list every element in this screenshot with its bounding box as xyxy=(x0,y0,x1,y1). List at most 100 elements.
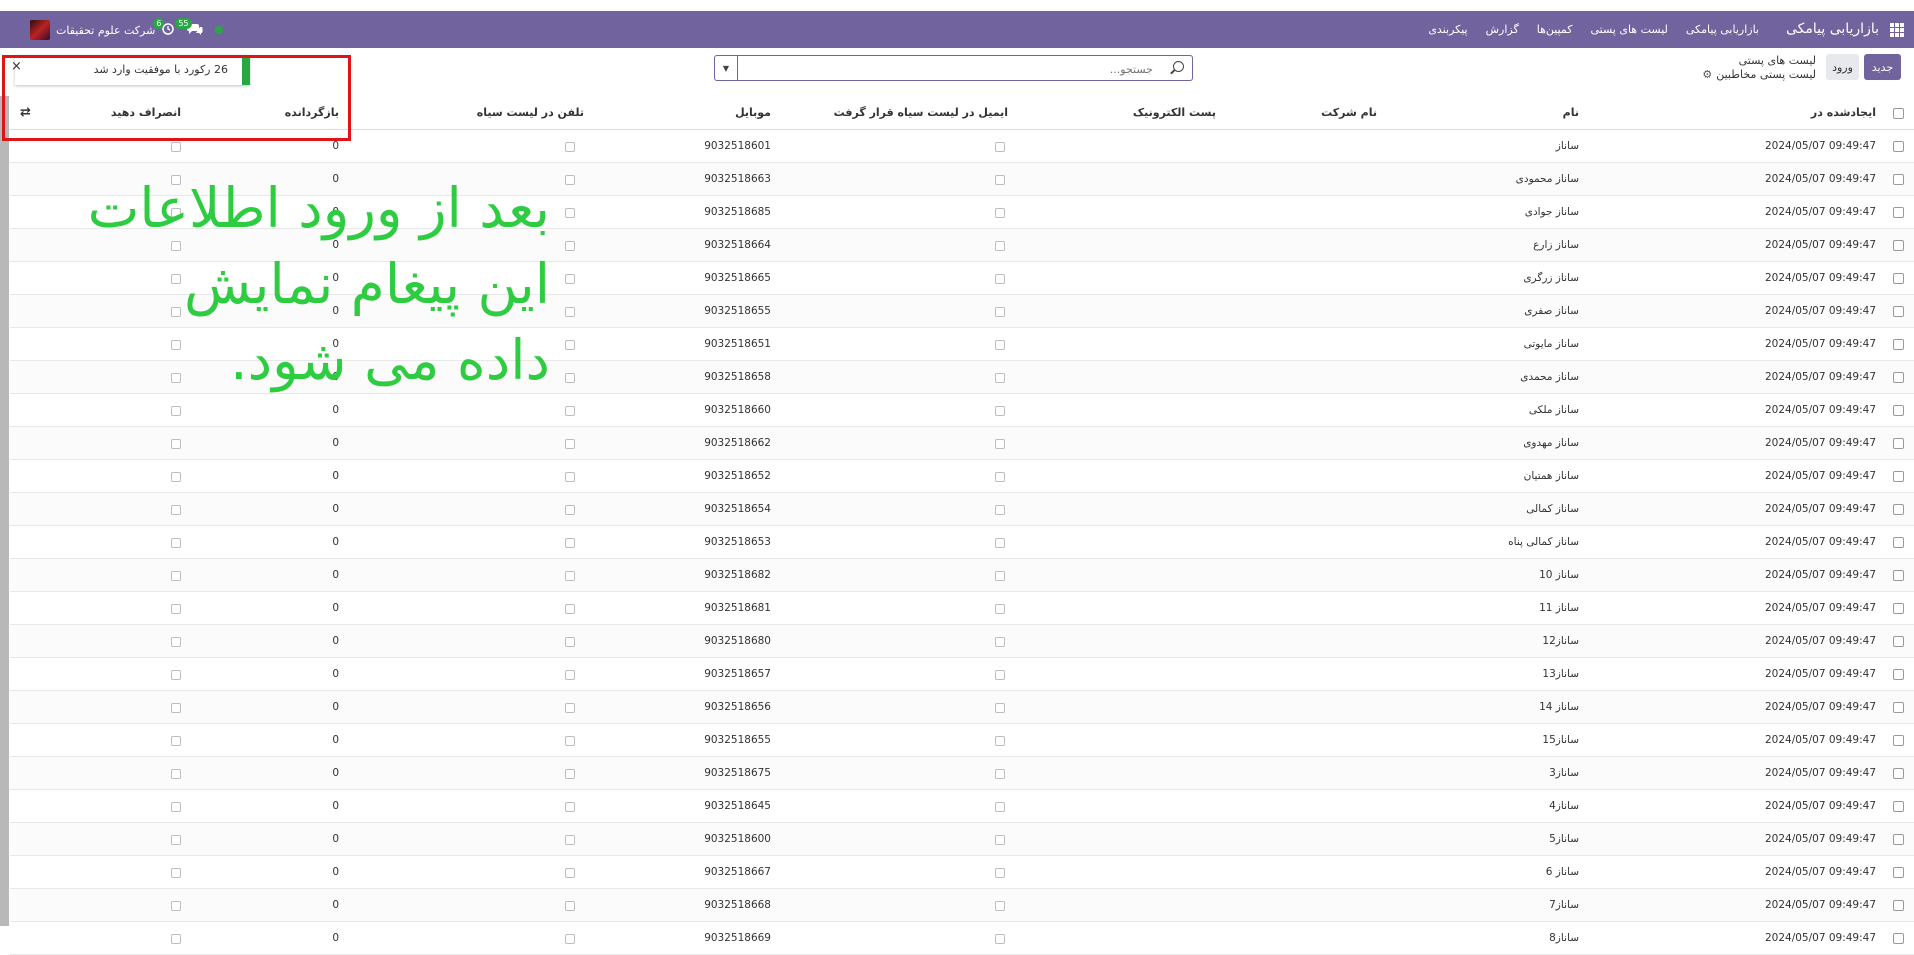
row-checkbox[interactable] xyxy=(1893,735,1904,746)
row-checkbox[interactable] xyxy=(1893,504,1904,515)
table-row[interactable]: 2024/05/07 09:49:47 ساناز 10 9032518682 0 xyxy=(10,559,1914,592)
table-row[interactable]: 2024/05/07 09:49:47 ساناز4 9032518645 0 xyxy=(10,790,1914,823)
menu-item-sms-marketing[interactable]: بازاریابی پیامکی xyxy=(1686,23,1759,36)
new-button[interactable]: جدید xyxy=(1864,54,1901,80)
scrollbar[interactable] xyxy=(0,96,9,926)
row-checkbox[interactable] xyxy=(1893,801,1904,812)
breadcrumb-parent[interactable]: لیست های پستی xyxy=(1702,54,1816,68)
cell-phone-blacklisted-checkbox xyxy=(565,340,575,350)
table-row[interactable]: 2024/05/07 09:49:47 ساناز کمالی 9032518654… xyxy=(10,493,1914,526)
cell-email-blacklisted-checkbox xyxy=(995,208,1005,218)
row-checkbox[interactable] xyxy=(1893,537,1904,548)
menu-item-campaigns[interactable]: کمپین‌ها xyxy=(1537,23,1573,36)
row-checkbox[interactable] xyxy=(1893,405,1904,416)
cell-phone-blacklisted-checkbox xyxy=(565,175,575,185)
cell-mobile: 9032518663 xyxy=(704,173,771,185)
column-email-blacklisted[interactable]: ایمیل در لیست سیاه قرار گرفت xyxy=(834,96,1008,129)
row-checkbox[interactable] xyxy=(1893,933,1904,944)
menu-item-reporting[interactable]: گزارش xyxy=(1486,23,1519,36)
row-checkbox[interactable] xyxy=(1893,471,1904,482)
cell-email-blacklisted-checkbox xyxy=(995,175,1005,185)
import-button[interactable]: ورود xyxy=(1826,54,1859,80)
cell-mobile: 9032518652 xyxy=(704,470,771,482)
breadcrumb: لیست های پستی لیست پستی مخاطبین ⚙ xyxy=(1702,54,1816,82)
messages-badge: 55 xyxy=(175,17,192,29)
highlight-box xyxy=(2,55,351,141)
row-checkbox[interactable] xyxy=(1893,669,1904,680)
table-row[interactable]: 2024/05/07 09:49:47 ساناز13 9032518657 0 xyxy=(10,658,1914,691)
cell-phone-blacklisted-checkbox xyxy=(565,406,575,416)
row-checkbox[interactable] xyxy=(1893,570,1904,581)
breadcrumb-current: لیست پستی مخاطبین xyxy=(1716,68,1816,81)
cell-opt-out-checkbox xyxy=(171,538,181,548)
apps-menu-icon[interactable] xyxy=(1890,23,1904,37)
cell-phone-blacklisted-checkbox xyxy=(565,208,575,218)
table-row[interactable]: 2024/05/07 09:49:47 ساناز ملکی 9032518660 0 xyxy=(10,394,1914,427)
company-avatar[interactable] xyxy=(30,20,50,40)
cell-created: 2024/05/07 09:49:47 xyxy=(1764,569,1876,581)
table-row[interactable]: 2024/05/07 09:49:47 ساناز12 9032518680 0 xyxy=(10,625,1914,658)
cell-name: ساناز xyxy=(1555,140,1579,152)
cell-opt-out-checkbox xyxy=(171,670,181,680)
table-row[interactable]: 2024/05/07 09:49:47 ساناز5 9032518600 0 xyxy=(10,823,1914,856)
column-name[interactable]: نام xyxy=(1563,96,1579,129)
row-checkbox[interactable] xyxy=(1893,867,1904,878)
cell-mobile: 9032518651 xyxy=(704,338,771,350)
cell-bounce: 0 xyxy=(332,866,339,878)
column-phone-blacklisted[interactable]: تلفن در لیست سیاه xyxy=(477,96,584,129)
cell-opt-out-checkbox xyxy=(171,505,181,515)
cell-created: 2024/05/07 09:49:47 xyxy=(1764,833,1876,845)
cell-bounce: 0 xyxy=(332,536,339,548)
row-checkbox[interactable] xyxy=(1893,834,1904,845)
table-row[interactable]: 2024/05/07 09:49:47 ساناز 6 9032518667 0 xyxy=(10,856,1914,889)
table-row[interactable]: 2024/05/07 09:49:47 ساناز8 9032518669 0 xyxy=(10,922,1914,955)
cell-phone-blacklisted-checkbox xyxy=(565,571,575,581)
gear-icon[interactable]: ⚙ xyxy=(1702,68,1712,81)
row-checkbox[interactable] xyxy=(1893,306,1904,317)
row-checkbox[interactable] xyxy=(1893,372,1904,383)
row-checkbox[interactable] xyxy=(1893,702,1904,713)
column-company[interactable]: نام شرکت xyxy=(1321,96,1377,129)
table-row[interactable]: 2024/05/07 09:49:47 ساناز 14 9032518656 0 xyxy=(10,691,1914,724)
table-row[interactable]: 2024/05/07 09:49:47 ساناز7 9032518668 0 xyxy=(10,889,1914,922)
cell-name: ساناز همتیان xyxy=(1523,470,1579,482)
row-checkbox[interactable] xyxy=(1893,207,1904,218)
table-row[interactable]: 2024/05/07 09:49:47 ساناز 11 9032518681 0 xyxy=(10,592,1914,625)
row-checkbox[interactable] xyxy=(1893,768,1904,779)
cell-created: 2024/05/07 09:49:47 xyxy=(1764,899,1876,911)
row-checkbox[interactable] xyxy=(1893,438,1904,449)
cell-name: ساناز کمالی پناه xyxy=(1508,536,1579,548)
table-row[interactable]: 2024/05/07 09:49:47 ساناز15 9032518655 0 xyxy=(10,724,1914,757)
cell-phone-blacklisted-checkbox xyxy=(565,538,575,548)
cell-created: 2024/05/07 09:49:47 xyxy=(1764,866,1876,878)
cell-mobile: 9032518682 xyxy=(704,569,771,581)
table-row[interactable]: 2024/05/07 09:49:47 ساناز کمالی پناه 90325… xyxy=(10,526,1914,559)
search-options-toggle[interactable]: ▼ xyxy=(715,56,738,80)
table-row[interactable]: 2024/05/07 09:49:47 ساناز مهدوی 9032518662… xyxy=(10,427,1914,460)
search-input[interactable] xyxy=(741,58,1155,80)
row-checkbox[interactable] xyxy=(1893,174,1904,185)
row-checkbox[interactable] xyxy=(1893,339,1904,350)
menu-item-mailing-lists[interactable]: لیست های پستی xyxy=(1590,23,1667,36)
column-created[interactable]: ایجادشده در xyxy=(1811,96,1876,129)
select-all-checkbox[interactable] xyxy=(1893,108,1904,119)
cell-opt-out-checkbox xyxy=(171,736,181,746)
row-checkbox[interactable] xyxy=(1893,141,1904,152)
cell-mobile: 9032518655 xyxy=(704,305,771,317)
table-row[interactable]: 2024/05/07 09:49:47 ساناز3 9032518675 0 xyxy=(10,757,1914,790)
row-checkbox[interactable] xyxy=(1893,240,1904,251)
activity-icon[interactable]: 6 xyxy=(153,17,175,39)
menu-item-configuration[interactable]: پیکربندی xyxy=(1428,23,1467,36)
table-row[interactable]: 2024/05/07 09:49:47 ساناز همتیان 903251865… xyxy=(10,460,1914,493)
messages-icon[interactable]: 55 xyxy=(175,17,203,39)
column-email[interactable]: پست الکترونیک xyxy=(1133,96,1216,129)
search-icon[interactable] xyxy=(1173,61,1184,72)
row-checkbox[interactable] xyxy=(1893,273,1904,284)
company-name[interactable]: شرکت علوم تحقیقات xyxy=(56,24,155,37)
row-checkbox[interactable] xyxy=(1893,603,1904,614)
app-brand[interactable]: بازاریابی پیامکی xyxy=(1786,21,1879,37)
row-checkbox[interactable] xyxy=(1893,636,1904,647)
column-mobile[interactable]: موبایل xyxy=(735,96,771,129)
row-checkbox[interactable] xyxy=(1893,900,1904,911)
cell-created: 2024/05/07 09:49:47 xyxy=(1764,602,1876,614)
